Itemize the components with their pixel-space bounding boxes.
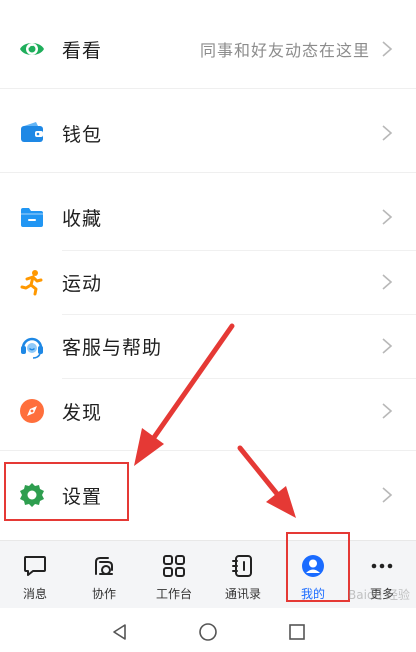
home-circle-icon[interactable] bbox=[198, 622, 218, 642]
running-person-icon bbox=[18, 268, 46, 296]
chevron-right-icon bbox=[382, 403, 393, 419]
chevron-right-icon bbox=[382, 125, 393, 141]
system-navigation-bar bbox=[0, 608, 416, 652]
menu-item-label: 看看 bbox=[62, 39, 103, 62]
contacts-book-icon bbox=[232, 555, 252, 577]
menu-item-kankan[interactable]: 看看 同事和好友动态在这里 bbox=[0, 18, 416, 80]
watermark: Baidu 经验 bbox=[348, 588, 410, 602]
tab-label: 协作 bbox=[91, 587, 116, 601]
collaborate-icon bbox=[95, 557, 113, 575]
chat-bubble-icon bbox=[24, 556, 46, 576]
headset-icon bbox=[18, 332, 46, 360]
chevron-right-icon bbox=[382, 338, 393, 354]
menu-item-help[interactable]: 客服与帮助 bbox=[0, 315, 416, 377]
tab-label: 消息 bbox=[22, 587, 47, 601]
grid-icon bbox=[163, 555, 185, 577]
screen: 看看 同事和好友动态在这里 钱包 收藏 运动 客服与帮助 发现 设置 消息 协作… bbox=[0, 0, 416, 652]
section-separator bbox=[0, 88, 416, 89]
annotation-box-settings bbox=[4, 462, 129, 521]
folder-icon bbox=[18, 203, 46, 231]
compass-icon bbox=[18, 397, 46, 425]
divider bbox=[62, 378, 416, 379]
menu-item-label: 客服与帮助 bbox=[62, 336, 163, 359]
menu-item-label: 收藏 bbox=[62, 207, 103, 230]
tab-label: 工作台 bbox=[155, 587, 192, 601]
tab-messages[interactable]: 消息 bbox=[2, 541, 68, 609]
menu-item-label: 钱包 bbox=[62, 123, 103, 146]
back-triangle-icon[interactable] bbox=[110, 622, 130, 642]
menu-item-hint: 同事和好友动态在这里 bbox=[199, 41, 370, 60]
section-separator bbox=[0, 172, 416, 173]
section-separator bbox=[0, 450, 416, 451]
recents-square-icon[interactable] bbox=[287, 622, 307, 642]
annotation-box-me-tab bbox=[286, 532, 350, 602]
tab-label: 通讯录 bbox=[224, 587, 261, 601]
tab-workbench[interactable]: 工作台 bbox=[141, 541, 207, 609]
menu-item-discover[interactable]: 发现 bbox=[0, 380, 416, 442]
tab-contacts[interactable]: 通讯录 bbox=[210, 541, 276, 609]
chevron-right-icon bbox=[382, 41, 393, 57]
menu-item-wallet[interactable]: 钱包 bbox=[0, 102, 416, 164]
eye-icon bbox=[18, 35, 46, 63]
wallet-icon bbox=[18, 119, 46, 147]
menu-item-label: 发现 bbox=[62, 401, 103, 424]
chevron-right-icon bbox=[382, 209, 393, 225]
more-dots-icon bbox=[371, 563, 393, 569]
menu-item-favorites[interactable]: 收藏 bbox=[0, 186, 416, 248]
chevron-right-icon bbox=[382, 487, 393, 503]
chevron-right-icon bbox=[382, 274, 393, 290]
menu-item-label: 运动 bbox=[62, 272, 103, 295]
menu-item-sports[interactable]: 运动 bbox=[0, 251, 416, 313]
tab-collaborate[interactable]: 协作 bbox=[71, 541, 137, 609]
